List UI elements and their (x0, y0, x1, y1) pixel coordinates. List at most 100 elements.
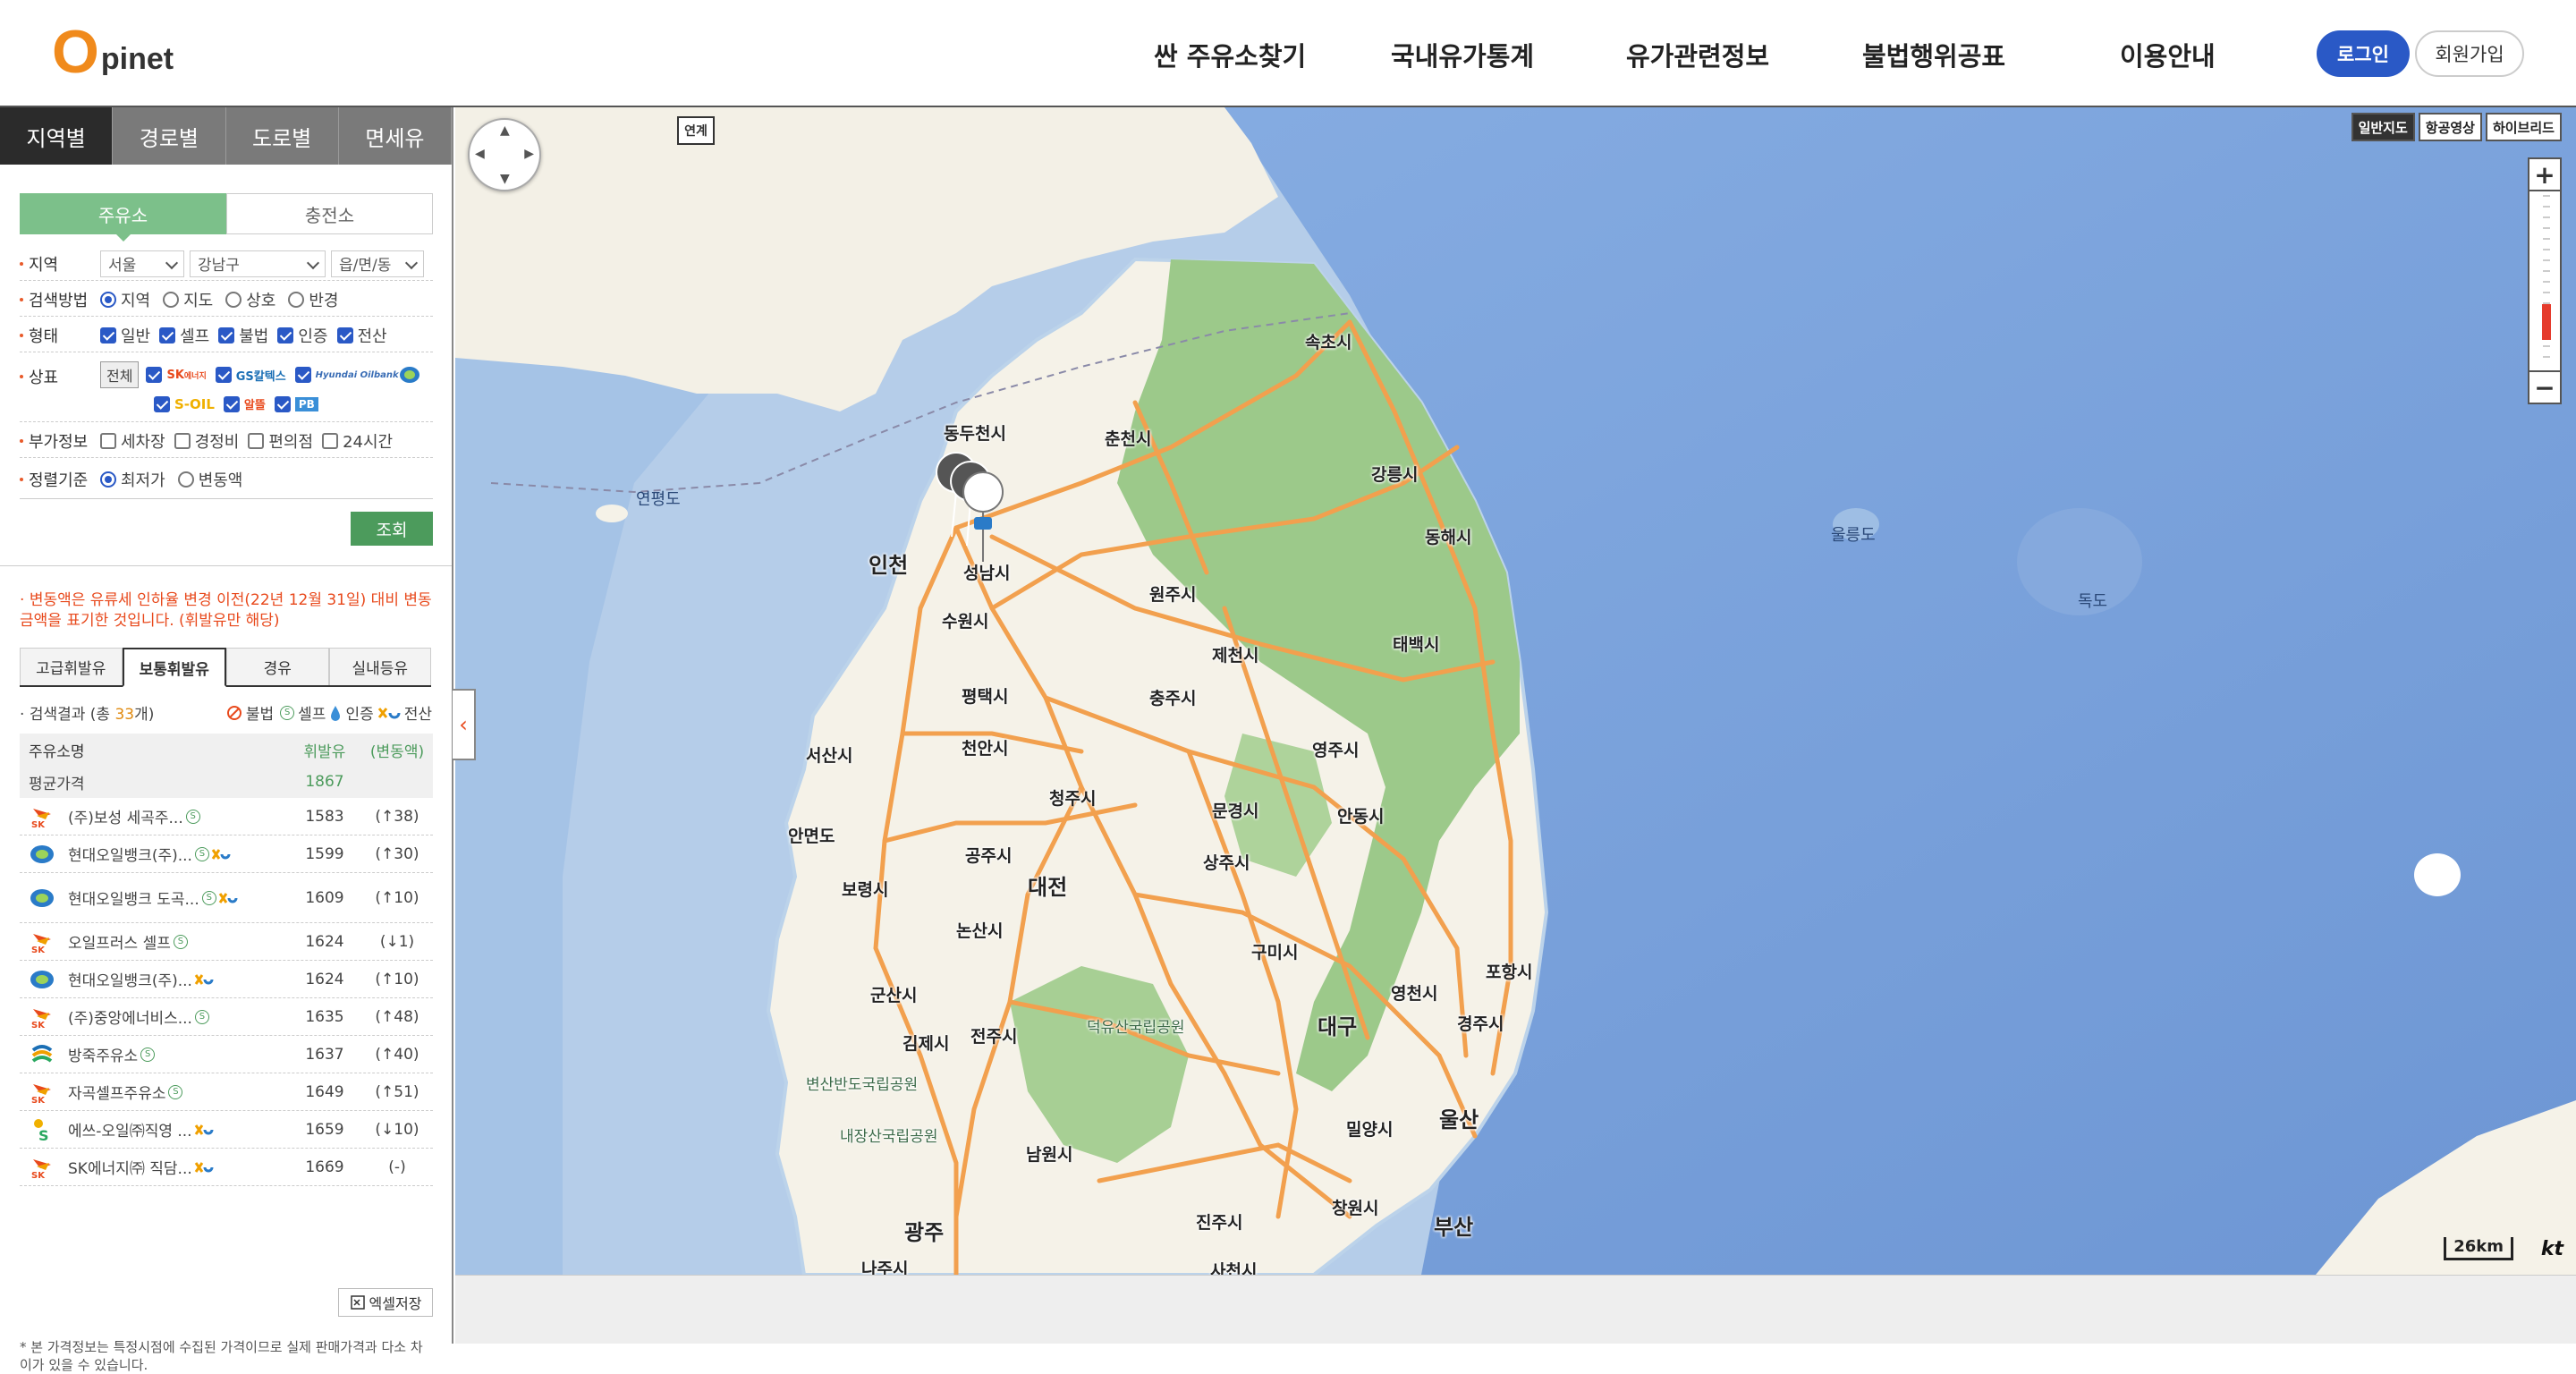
collapse-panel-button[interactable]: ‹ (453, 689, 476, 760)
nav-illegal-disclosure[interactable]: 불법행위공표 (1862, 36, 2005, 73)
method-radius-radio[interactable]: 반경 (288, 288, 339, 311)
brand-pb-checkbox[interactable]: PB (274, 395, 318, 412)
self-icon: S (168, 1084, 183, 1099)
map-type-satellite[interactable]: 항공영상 (2418, 113, 2482, 141)
map-footer (455, 1275, 2576, 1344)
excel-icon (350, 1295, 365, 1310)
brand-altteul-checkbox[interactable]: 알뜰 (223, 395, 266, 412)
pan-right-icon[interactable]: ▶ (524, 147, 534, 161)
type-illegal-checkbox[interactable]: 불법 (218, 324, 268, 347)
type-general-checkbox[interactable]: 일반 (100, 324, 150, 347)
table-row[interactable]: 방죽주유소 S 1637 (↑40) (20, 1036, 433, 1073)
checkbox-checked-icon (159, 327, 176, 344)
tab-route[interactable]: 경로별 (113, 107, 226, 165)
extra-maintenance-checkbox[interactable]: 경정비 (174, 429, 239, 453)
join-button[interactable]: 회원가입 (2415, 30, 2524, 77)
station-name[interactable]: (주)보성 세곡주... (68, 805, 183, 827)
map-label: 충주시 (1149, 689, 1197, 708)
table-row[interactable]: SK 오일프러스 셀프 S 1624 (↓1) (20, 923, 433, 961)
map-label: 원주시 (1149, 585, 1197, 605)
station-price: 1637 (305, 1045, 344, 1064)
station-name[interactable]: 현대오일뱅크(주)... (68, 968, 192, 990)
nav-guide[interactable]: 이용안내 (2120, 36, 2216, 73)
map-view[interactable]: 속초시 춘천시 동두천시 강릉시 동해시 인천 성남시 수원시 원주시 태백시 제천시 충주시 평택시 천… (455, 107, 2576, 1275)
tab-kerosene[interactable]: 실내등유 (328, 648, 431, 685)
sigungu-select[interactable]: 강남구 (190, 250, 326, 277)
station-price: 1635 (305, 1007, 344, 1026)
table-row[interactable]: SK 자곡셀프주유소 S 1649 (↑51) (20, 1073, 433, 1111)
dong-select[interactable]: 읍/면/동 (331, 250, 424, 277)
station-name-cell: SK SK에너지㈜ 직담... (20, 1154, 288, 1181)
tab-diesel[interactable]: 경유 (226, 648, 329, 685)
map-label: 울산 (1439, 1107, 1479, 1132)
pan-control[interactable]: ▲ ▼ ◀ ▶ (468, 118, 541, 191)
type-certified-checkbox[interactable]: 인증 (277, 324, 328, 347)
brand-all-button[interactable]: 전체 (100, 361, 140, 388)
extra-24h-label: 24시간 (343, 432, 394, 452)
s-oil-brand-icon: S (34, 1118, 49, 1141)
login-button[interactable]: 로그인 (2317, 30, 2410, 77)
station-name[interactable]: (주)중앙에너비스... (68, 1005, 192, 1028)
brand-hyundai-checkbox[interactable]: Hyundai Oilbank (294, 366, 420, 384)
tab-region[interactable]: 지역별 (0, 107, 114, 165)
tab-premium-gasoline[interactable]: 고급휘발유 (20, 648, 123, 685)
table-row[interactable]: SK (주)보성 세곡주... S 1583 (↑38) (20, 798, 433, 835)
search-button[interactable]: 조회 (351, 512, 433, 546)
pan-left-icon[interactable]: ◀ (475, 147, 485, 161)
map-type-normal[interactable]: 일반지도 (2351, 113, 2415, 141)
zoom-slider[interactable] (2528, 191, 2562, 370)
sk-energy-logo-sub: 에너지 (183, 371, 207, 381)
sort-lowest-radio[interactable]: 최저가 (100, 468, 165, 491)
nav-cheap-station[interactable]: 싼 주유소찾기 (1154, 36, 1306, 73)
method-row: 검색방법 지역 지도 상호 반경 (20, 283, 433, 317)
tab-taxfree[interactable]: 면세유 (338, 107, 452, 165)
table-row[interactable]: SK SK에너지㈜ 직담... 1669 (-) (20, 1149, 433, 1186)
table-row[interactable]: 현대오일뱅크(주)... S 1599 (↑30) (20, 835, 433, 873)
opinet-logo[interactable]: O pinet (52, 18, 174, 82)
extra-carwash-checkbox[interactable]: 세차장 (100, 429, 165, 453)
roadview-button[interactable]: 연계 (677, 116, 715, 145)
type-self-checkbox[interactable]: 셀프 (159, 324, 209, 347)
station-name[interactable]: 오일프러스 셀프 (68, 930, 171, 953)
type-computerized-checkbox[interactable]: 전산 (336, 324, 387, 347)
table-row[interactable]: S 에쓰-오일㈜직영 ... 1659 (↓10) (20, 1111, 433, 1149)
method-name-radio[interactable]: 상호 (225, 288, 275, 311)
sort-change-radio[interactable]: 변동액 (177, 468, 242, 491)
station-name-cell: SK (주)보성 세곡주... S (20, 803, 288, 830)
pan-down-icon[interactable]: ▼ (500, 172, 510, 186)
pan-up-icon[interactable]: ▲ (500, 123, 510, 138)
table-row[interactable]: 현대오일뱅크(주)... 1624 (↑10) (20, 961, 433, 998)
method-region-radio[interactable]: 지역 (100, 288, 150, 311)
brand-gs-checkbox[interactable]: GS칼텍스 (215, 367, 286, 384)
sido-select[interactable]: 서울 (100, 250, 184, 277)
table-row[interactable]: 현대오일뱅크 도곡... S 1609 (↑10) (20, 873, 433, 923)
method-map-label: 지도 (183, 291, 214, 310)
excel-save-button[interactable]: 엑셀저장 (338, 1288, 433, 1317)
station-name[interactable]: 에쓰-오일㈜직영 ... (68, 1118, 192, 1141)
brand-soil-checkbox[interactable]: S-OIL (154, 395, 215, 412)
hyundai-oilbank-logo: Hyundai Oilbank (315, 369, 399, 380)
station-name[interactable]: 자곡셀프주유소 (68, 1081, 165, 1103)
zoom-out-button[interactable]: − (2528, 370, 2562, 404)
zoom-slider-handle[interactable] (2542, 304, 2551, 340)
tab-regular-gasoline[interactable]: 보통휘발유 (122, 648, 226, 687)
map-type-hybrid[interactable]: 하이브리드 (2485, 113, 2562, 141)
station-name[interactable]: 현대오일뱅크(주)... (68, 843, 192, 865)
nav-price-info[interactable]: 유가관련정보 (1626, 36, 1769, 73)
station-name[interactable]: 현대오일뱅크 도곡... (68, 886, 199, 909)
station-name[interactable]: 방죽주유소 (68, 1043, 138, 1065)
segment-charging-station[interactable]: 충전소 (226, 193, 433, 234)
method-map-radio[interactable]: 지도 (163, 288, 213, 311)
table-row[interactable]: SK (주)중앙에너비스... S 1635 (↑48) (20, 998, 433, 1036)
brand-sk-checkbox[interactable]: SK 에너지 (146, 367, 207, 383)
segment-gas-station[interactable]: 주유소 (20, 193, 226, 242)
extra-store-checkbox[interactable]: 편의점 (248, 429, 313, 453)
brand-options: 전체 SK 에너지 GS칼텍스 Hyundai Oilbank S-OIL 알뜰 … (100, 361, 431, 412)
tab-road[interactable]: 도로별 (225, 107, 339, 165)
extra-24h-checkbox[interactable]: 24시간 (322, 429, 393, 453)
zoom-in-button[interactable]: + (2528, 157, 2562, 191)
nav-domestic-price-stats[interactable]: 국내유가통계 (1391, 36, 1534, 73)
station-type-toggle: 주유소 충전소 (20, 193, 433, 242)
svg-text:SK: SK (31, 820, 46, 828)
station-name[interactable]: SK에너지㈜ 직담... (68, 1156, 192, 1178)
